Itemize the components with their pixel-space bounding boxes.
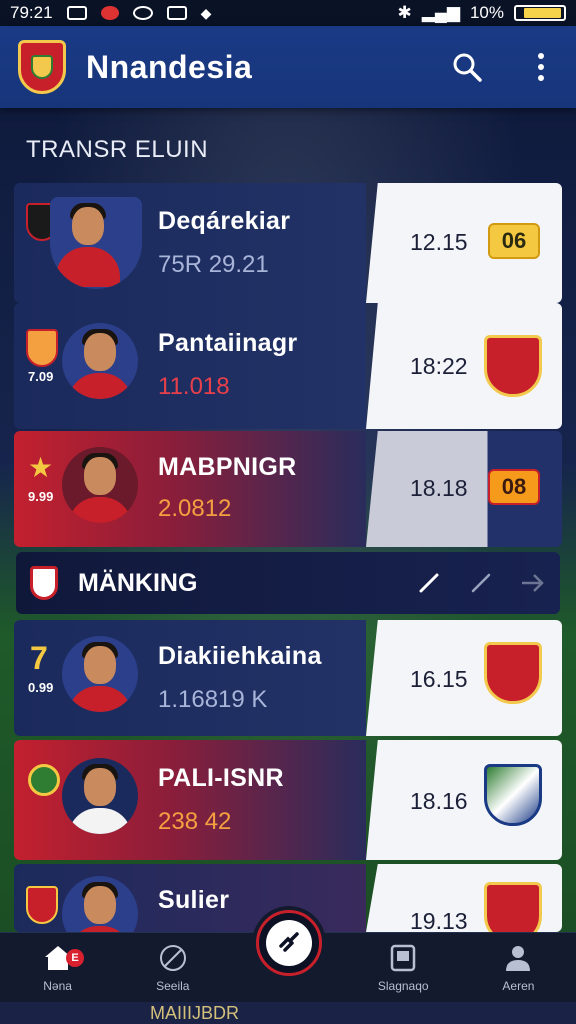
notification-icon bbox=[66, 6, 87, 20]
match-time: 18.16 bbox=[410, 788, 468, 814]
nav-label: Nəna bbox=[43, 978, 72, 993]
pencil-icon bbox=[419, 573, 439, 593]
list-item[interactable]: 7 0.99 Diakiiehkaina 1.16819 K 16.15 bbox=[14, 620, 562, 736]
center-action-button[interactable] bbox=[256, 910, 322, 976]
search-button[interactable] bbox=[450, 50, 484, 84]
player-stat: 238 42 bbox=[158, 808, 232, 835]
list-item[interactable]: ★ 9.99 MABPNIGR 2.0812 18.18 08 bbox=[14, 431, 562, 547]
next-button[interactable] bbox=[520, 570, 546, 596]
list-item[interactable]: 7.09 Pantaiinagr 11.018 18:22 bbox=[14, 303, 562, 429]
avatar bbox=[62, 447, 138, 523]
nav-profile[interactable]: Aeren bbox=[461, 943, 576, 993]
match-time: 18:22 bbox=[410, 353, 468, 379]
player-name: Sulier bbox=[158, 886, 230, 914]
search-icon bbox=[453, 53, 482, 82]
peek-player-name: MAIIIJBDR bbox=[150, 1002, 240, 1023]
player-stat: 75R 29.21 bbox=[158, 251, 269, 278]
bluetooth-icon: ✱ bbox=[397, 3, 412, 22]
nav-label: Aeren bbox=[502, 978, 535, 993]
list-item[interactable]: PALI-ISNR 238 42 18.16 bbox=[14, 740, 562, 860]
match-time: 18.18 bbox=[410, 475, 468, 501]
rank-number: 7 bbox=[30, 640, 48, 676]
club-badge-icon bbox=[26, 329, 58, 367]
avatar bbox=[62, 323, 138, 399]
player-name: Diakiiehkaina bbox=[158, 642, 322, 670]
avatar bbox=[62, 758, 138, 834]
avatar bbox=[62, 876, 138, 932]
team-crest-logo[interactable] bbox=[18, 40, 66, 94]
signal-icon: ▂▄▆ bbox=[421, 3, 460, 22]
more-vert-icon bbox=[538, 53, 544, 81]
match-time: 12.15 bbox=[410, 229, 468, 255]
battery-icon bbox=[514, 5, 566, 21]
person-icon bbox=[503, 943, 533, 973]
club-crest-icon bbox=[484, 642, 542, 704]
slash-icon bbox=[471, 573, 491, 593]
player-stat: 2.0812 bbox=[158, 495, 232, 522]
slash-button[interactable] bbox=[468, 570, 494, 596]
badge-number: 7.09 bbox=[28, 369, 54, 384]
tablet-icon bbox=[388, 943, 418, 973]
battery-percent: 10% bbox=[469, 3, 504, 22]
nav-matches[interactable]: Seeila bbox=[115, 943, 230, 993]
ranking-title: MÄNKING bbox=[78, 568, 198, 597]
app-title: Nnandesia bbox=[86, 48, 253, 85]
nav-standings[interactable]: Slagnaqo bbox=[346, 943, 461, 993]
avatar bbox=[62, 636, 138, 712]
match-time: 19.13 bbox=[410, 908, 468, 932]
media-icon bbox=[132, 6, 153, 20]
section-title: TRANSR ELUIN bbox=[26, 136, 209, 163]
badge-number: 0.99 bbox=[28, 680, 54, 695]
player-stat: 11.018 bbox=[158, 373, 230, 400]
player-name: Deqárekiar bbox=[158, 207, 291, 235]
player-name: MABPNIGR bbox=[158, 453, 297, 481]
arrow-right-icon bbox=[522, 574, 544, 592]
app-notification-icon bbox=[100, 6, 119, 20]
player-name: PALI-ISNR bbox=[158, 764, 284, 792]
flag-icon bbox=[30, 566, 58, 600]
player-name: Pantaiinagr bbox=[158, 329, 298, 357]
more-options-button[interactable] bbox=[524, 50, 558, 84]
edit-button[interactable] bbox=[416, 570, 442, 596]
club-crest-icon bbox=[484, 335, 542, 397]
badge-number: 9.99 bbox=[28, 489, 54, 504]
status-time: 79:21 bbox=[10, 3, 53, 22]
avatar bbox=[50, 197, 142, 289]
club-badge-icon bbox=[26, 886, 58, 924]
ranking-header: MÄNKING bbox=[16, 552, 560, 614]
location-icon: ◆ bbox=[200, 4, 212, 21]
club-crest-icon bbox=[484, 882, 542, 932]
peek-row: MAIIIJBDR bbox=[0, 1002, 576, 1024]
club-badge-icon bbox=[28, 764, 60, 796]
screenshot-icon bbox=[166, 6, 187, 20]
score-chip: 08 bbox=[488, 469, 540, 505]
score-chip: 06 bbox=[488, 223, 540, 259]
list-item[interactable]: Deqárekiar 75R 29.21 12.15 06 bbox=[14, 183, 562, 303]
star-icon: ★ bbox=[28, 452, 54, 483]
app-bar: Nnandesia bbox=[0, 26, 576, 108]
club-crest-icon bbox=[484, 764, 542, 826]
player-stat: 1.16819 K bbox=[158, 686, 268, 713]
nav-home[interactable]: E Nəna bbox=[0, 943, 115, 993]
nav-label: Slagnaqo bbox=[377, 978, 429, 993]
notification-badge: E bbox=[66, 948, 84, 967]
nav-label: Seeila bbox=[156, 978, 190, 993]
ball-icon bbox=[158, 943, 188, 973]
match-time: 16.15 bbox=[410, 666, 468, 692]
whistle-icon bbox=[266, 920, 312, 966]
status-bar: 79:21 ◆ ✱ ▂▄▆ 10% bbox=[0, 0, 576, 26]
